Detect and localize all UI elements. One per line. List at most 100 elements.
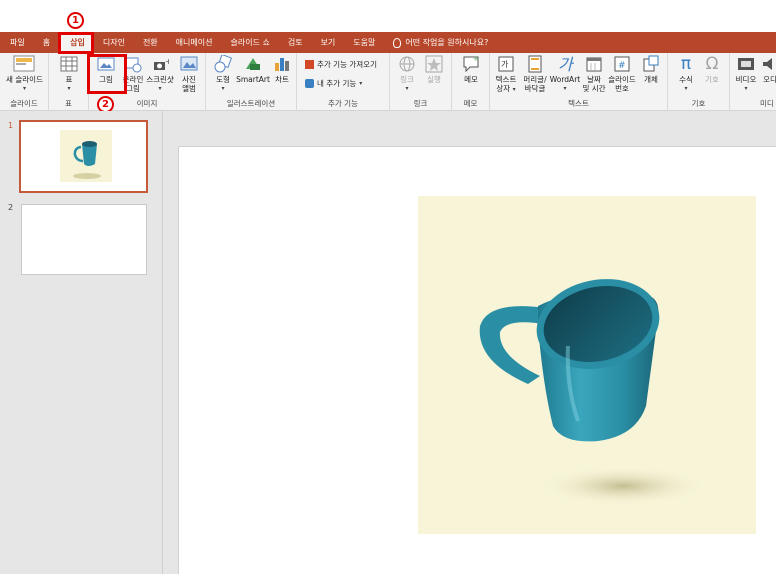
header-footer-label-1: 머리글/ (523, 75, 547, 84)
star-icon (425, 55, 443, 73)
chevron-down-icon: ▾ (359, 80, 363, 87)
chart-label: 차트 (275, 75, 289, 84)
chevron-down-icon: ▾ (684, 85, 688, 92)
slide-number-2: 2 (8, 203, 14, 212)
svg-text:+: + (473, 55, 479, 63)
screenshot-button[interactable]: + 스크린샷 ▾ (145, 55, 175, 93)
object-label: 개체 (644, 75, 658, 84)
equation-label: 수식 (679, 75, 693, 84)
thumbnail-mug-image (60, 130, 112, 182)
svg-text:#: # (618, 61, 626, 71)
video-button[interactable]: 비디오 ▾ (735, 55, 757, 93)
group-slides: 새 슬라이드 ▾ 슬라이드 (0, 53, 49, 111)
get-addins-label: 추가 기능 가져오기 (317, 60, 377, 69)
textbox-icon: 가 (497, 55, 515, 73)
tab-slideshow[interactable]: 슬라이드 쇼 (221, 32, 278, 53)
slide-thumbnail-1[interactable] (19, 120, 148, 193)
store-icon (305, 60, 314, 69)
smartart-label: SmartArt (236, 75, 270, 84)
comment-button[interactable]: + 메모 (460, 55, 482, 84)
wordart-icon: 가 (556, 55, 575, 74)
object-button[interactable]: 개체 (640, 55, 662, 84)
chart-button[interactable]: 차트 (272, 55, 292, 84)
new-slide-label: 새 슬라이드 (6, 75, 43, 84)
globe-link-icon (398, 55, 416, 73)
table-button[interactable]: 표 ▾ (59, 55, 79, 93)
chevron-down-icon: ▾ (512, 86, 516, 93)
slide-canvas[interactable] (178, 146, 776, 574)
chevron-down-icon: ▾ (158, 85, 162, 92)
tab-design[interactable]: 디자인 (94, 32, 134, 53)
group-label-links: 링크 (413, 99, 428, 108)
photo-album-icon (180, 55, 198, 73)
tell-me-text: 어떤 작업을 원하시나요? (405, 38, 489, 47)
action-label: 실행 (427, 75, 441, 84)
omega-icon: Ω (705, 54, 719, 74)
lightbulb-icon (393, 37, 402, 48)
chevron-down-icon: ▾ (221, 85, 225, 92)
new-slide-button[interactable]: 새 슬라이드 ▾ (3, 55, 46, 93)
group-label-addins: 추가 기능 (328, 99, 358, 108)
photo-album-button[interactable]: 사진 앨범 (177, 55, 201, 93)
group-comments: + 메모 메모 (452, 53, 490, 111)
my-addins-button[interactable]: 내 추가 기능 ▾ (305, 78, 362, 89)
link-button[interactable]: 링크 ▾ (396, 55, 418, 93)
group-text: 가 텍스트 상자 ▾ 머리글/ 바닥글 가 WordArt ▾ 날짜 및 시간 (490, 53, 668, 111)
svg-text:가: 가 (558, 55, 574, 73)
equation-button[interactable]: π 수식 ▾ (675, 55, 697, 93)
action-button[interactable]: 실행 (423, 55, 445, 84)
tab-home[interactable]: 홈 (34, 32, 59, 53)
step-1-badge: 1 (67, 12, 84, 29)
symbol-button[interactable]: Ω 기호 (701, 55, 723, 84)
comment-icon: + (462, 55, 480, 73)
tab-animations[interactable]: 애니메이션 (167, 32, 222, 53)
group-tables: 표 ▾ 표 (49, 53, 89, 111)
group-label-tables: 표 (65, 99, 72, 108)
svg-text:+: + (165, 57, 169, 66)
tab-help[interactable]: 도움말 (344, 32, 384, 53)
date-time-label-2: 및 시간 (582, 84, 606, 93)
slide-thumbnail-2[interactable] (21, 204, 147, 275)
date-time-label-1: 날짜 (587, 75, 601, 84)
object-icon (642, 55, 660, 73)
audio-button[interactable]: 오디 (760, 55, 776, 84)
tab-view[interactable]: 보기 (312, 32, 345, 53)
group-symbols: π 수식 ▾ Ω 기호 기호 (668, 53, 730, 111)
camera-icon: + (151, 55, 172, 73)
calendar-icon (585, 55, 603, 73)
slide-number-label-1: 슬라이드 (608, 75, 636, 84)
smartart-button[interactable]: SmartArt (236, 55, 270, 84)
group-label-slides: 슬라이드 (10, 99, 38, 108)
slide-number-button[interactable]: # 슬라이드 번호 (606, 55, 638, 93)
textbox-label-1: 텍스트 (495, 75, 517, 84)
audio-label: 오디 (763, 75, 776, 84)
ribbon-tab-bar: 파일 홈 삽입 디자인 전환 애니메이션 슬라이드 쇼 검토 보기 도움말 어떤… (0, 32, 776, 53)
get-addins-button[interactable]: 추가 기능 가져오기 (305, 59, 377, 70)
svg-text:가: 가 (501, 60, 509, 69)
tab-file[interactable]: 파일 (0, 32, 34, 53)
slide-editor (162, 111, 776, 574)
link-label: 링크 (400, 75, 414, 84)
group-label-comments: 메모 (463, 99, 478, 108)
date-time-button[interactable]: 날짜 및 시간 (582, 55, 606, 93)
chevron-down-icon: ▾ (744, 85, 748, 92)
tab-review[interactable]: 검토 (279, 32, 312, 53)
insert-tab-highlight (58, 32, 94, 54)
wordart-button[interactable]: 가 WordArt ▾ (550, 55, 580, 93)
group-media: 비디오 ▾ 오디 미디 (730, 53, 776, 111)
header-footer-button[interactable]: 머리글/ 바닥글 (520, 55, 550, 93)
shapes-button[interactable]: 도형 ▾ (212, 53, 234, 93)
chevron-down-icon: ▾ (405, 85, 409, 92)
group-label-media: 미디 (760, 99, 774, 108)
group-label-illustrations: 일러스트레이션 (226, 99, 276, 108)
textbox-button[interactable]: 가 텍스트 상자 ▾ (494, 55, 518, 94)
tell-me-search[interactable]: 어떤 작업을 원하시나요? (384, 32, 497, 53)
group-illustrations: 도형 ▾ SmartArt 차트 일러스트레이션 (206, 53, 297, 111)
new-slide-icon (12, 55, 38, 73)
screenshot-label: 스크린샷 (146, 75, 174, 84)
tab-transitions[interactable]: 전환 (134, 32, 167, 53)
textbox-label-2: 상자 (496, 84, 511, 93)
mug-picture[interactable] (418, 196, 756, 534)
picture-button-highlight (87, 54, 127, 94)
smartart-icon (244, 55, 262, 73)
